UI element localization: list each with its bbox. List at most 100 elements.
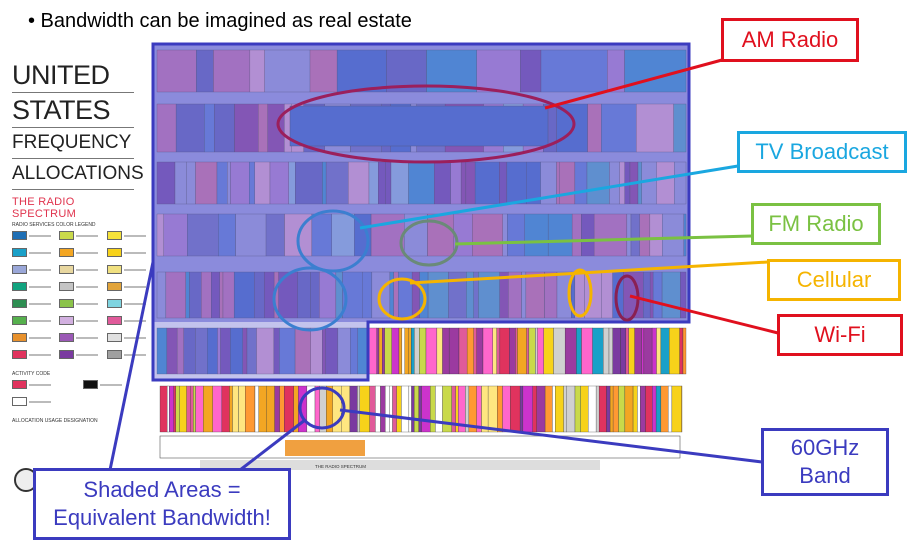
spectrum-band xyxy=(537,327,544,375)
spectrum-band xyxy=(481,385,489,433)
am-radio-label: AM Radio xyxy=(741,27,839,52)
spectrum-band xyxy=(487,385,498,433)
spectrum-band xyxy=(564,327,577,375)
spectrum-band xyxy=(398,327,403,375)
spectrum-band xyxy=(580,385,589,433)
spectrum-band xyxy=(660,385,669,433)
spectrum-band xyxy=(425,327,438,375)
spectrum-band xyxy=(190,385,194,433)
spectrum-band xyxy=(588,385,597,433)
spectrum-band xyxy=(603,327,610,375)
spectrum-band xyxy=(349,385,358,433)
spectrum-band xyxy=(574,385,581,433)
shaded-areas-callout: Shaded Areas = Equivalent Bandwidth! xyxy=(33,468,291,540)
spectrum-band xyxy=(212,385,223,433)
spectrum-band xyxy=(396,385,402,433)
spectrum-band xyxy=(382,327,385,375)
spectrum-band xyxy=(517,327,527,375)
band-60ghz-callout: 60GHz Band xyxy=(761,428,889,496)
spectrum-band xyxy=(519,385,524,433)
spectrum-band xyxy=(628,327,635,375)
spectrum-band xyxy=(175,385,180,433)
spectrum-band xyxy=(682,327,687,375)
spectrum-band xyxy=(497,385,503,433)
shaded-areas-label-line2: Equivalent Bandwidth! xyxy=(53,505,271,530)
spectrum-band xyxy=(401,385,410,433)
am-radio-callout: AM Radio xyxy=(721,18,859,62)
spectrum-band xyxy=(544,385,553,433)
tv-broadcast-label: TV Broadcast xyxy=(755,139,889,164)
spectrum-band xyxy=(195,385,204,433)
spectrum-band xyxy=(669,327,680,375)
spectrum-band xyxy=(535,327,538,375)
spectrum-band xyxy=(624,385,634,433)
spectrum-band xyxy=(375,385,381,433)
spectrum-band xyxy=(609,385,614,433)
spectrum-band xyxy=(359,385,370,433)
spectrum-band xyxy=(576,327,582,375)
spectrum-band xyxy=(645,385,653,433)
spectrum-band xyxy=(449,327,460,375)
spectrum-band xyxy=(668,385,673,433)
spectrum-band xyxy=(442,327,450,375)
spectrum-band xyxy=(473,327,477,375)
spectrum-band xyxy=(378,327,383,375)
spectrum-band xyxy=(314,385,320,433)
band-60ghz-label-line1: 60GHz xyxy=(790,435,860,460)
cellular-callout: Cellular xyxy=(767,259,901,301)
spectrum-band xyxy=(238,385,246,433)
spectrum-band xyxy=(563,385,567,433)
spectrum-band xyxy=(392,385,397,433)
spectrum-band xyxy=(499,327,510,375)
spectrum-band xyxy=(173,385,176,433)
cellular-label: Cellular xyxy=(796,267,872,292)
spectrum-band xyxy=(651,327,657,375)
spectrum-band xyxy=(266,385,275,433)
spectrum-band xyxy=(408,385,412,433)
wifi-callout: Wi-Fi xyxy=(777,314,903,356)
spectrum-band xyxy=(232,385,239,433)
spectrum-band xyxy=(401,327,405,375)
bottom-axis-bar xyxy=(159,435,681,459)
spectrum-band xyxy=(671,385,682,433)
spectrum-band xyxy=(528,327,536,375)
spectrum-band xyxy=(679,327,684,375)
spectrum-band xyxy=(411,385,415,433)
spectrum-band xyxy=(408,327,412,375)
spectrum-band xyxy=(625,327,629,375)
spectrum-band xyxy=(418,385,422,433)
spectrum-band xyxy=(319,385,327,433)
spectrum-band xyxy=(258,385,267,433)
spectrum-band xyxy=(592,327,604,375)
spectrum-band xyxy=(435,385,443,433)
spectrum-band xyxy=(643,327,653,375)
spectrum-band xyxy=(612,385,619,433)
spectrum-band xyxy=(391,327,400,375)
spectrum-band xyxy=(566,385,576,433)
spectrum-band xyxy=(193,385,196,433)
spectrum-band xyxy=(595,385,600,433)
wifi-label: Wi-Fi xyxy=(814,322,866,347)
spectrum-band xyxy=(526,327,530,375)
spectrum-band xyxy=(404,327,409,375)
spectrum-band xyxy=(414,385,419,433)
band-60ghz-label-line2: Band xyxy=(799,463,851,488)
fm-radio-label: FM Radio xyxy=(768,211,864,236)
spectrum-band xyxy=(376,327,380,375)
spectrum-band xyxy=(284,385,294,433)
spectrum-band xyxy=(612,327,621,375)
spectrum-band xyxy=(369,385,376,433)
spectrum-band xyxy=(492,327,497,375)
tv-broadcast-callout: TV Broadcast xyxy=(737,131,907,173)
spectrum-band xyxy=(179,385,187,433)
spectrum-band xyxy=(436,327,443,375)
spectrum-band xyxy=(414,327,420,375)
spectrum-band xyxy=(476,327,484,375)
spectrum-band xyxy=(502,385,511,433)
spectrum-band xyxy=(606,385,611,433)
bottom-axis-label: THE RADIO SPECTRUM xyxy=(315,464,366,469)
spectrum-band xyxy=(660,327,670,375)
spectrum-band xyxy=(496,327,500,375)
shaded-region-overlay-lower xyxy=(153,322,368,380)
spectrum-band xyxy=(476,385,482,433)
